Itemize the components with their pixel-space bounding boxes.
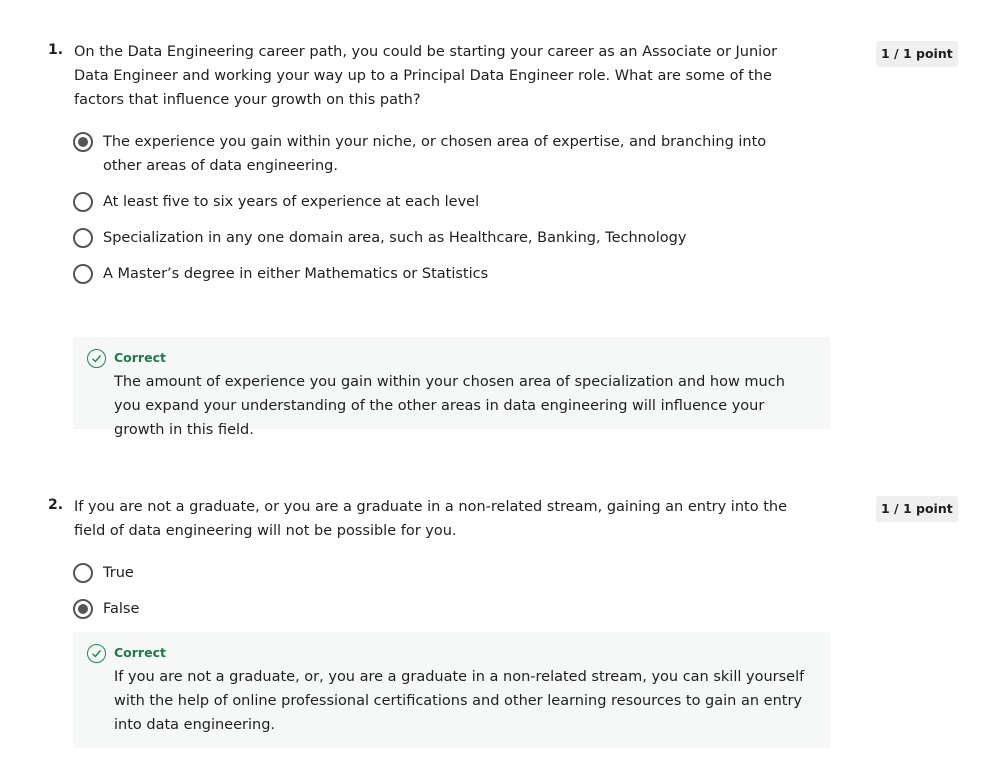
feedback-text: The amount of experience you gain within… — [114, 374, 785, 438]
feedback-status: Correct — [114, 645, 166, 660]
question-text: If you are not a graduate, or you are a … — [74, 499, 787, 539]
radio-button-icon[interactable] — [73, 563, 93, 583]
radio-button-icon[interactable] — [73, 264, 93, 284]
option-2[interactable]: False — [73, 597, 803, 621]
option-4[interactable]: A Master’s degree in either Mathematics … — [73, 262, 803, 286]
radio-button-icon[interactable] — [73, 228, 93, 248]
question-number: 2. — [48, 497, 64, 513]
option-1[interactable]: The experience you gain within your nich… — [73, 130, 803, 178]
feedback-status: Correct — [114, 350, 166, 365]
question-number: 1. — [48, 42, 64, 58]
feedback-panel: Correct If you are not a graduate, or, y… — [73, 632, 830, 748]
check-circle-icon — [87, 644, 106, 663]
option-label: A Master’s degree in either Mathematics … — [103, 266, 489, 282]
radio-button-icon[interactable] — [73, 192, 93, 212]
feedback-text: If you are not a graduate, or, you are a… — [114, 669, 805, 733]
feedback-panel: Correct The amount of experience you gai… — [73, 337, 830, 438]
option-label: Specialization in any one domain area, s… — [103, 230, 687, 246]
option-label: The experience you gain within your nich… — [103, 134, 767, 174]
option-1[interactable]: True — [73, 561, 803, 585]
radio-button-icon[interactable] — [73, 599, 93, 619]
option-3[interactable]: Specialization in any one domain area, s… — [73, 226, 803, 250]
option-label: At least five to six years of experience… — [103, 194, 480, 210]
option-label: False — [103, 601, 140, 617]
question-text: On the Data Engineering career path, you… — [74, 44, 778, 108]
option-label: True — [103, 565, 134, 581]
points-badge: 1 / 1 point — [876, 41, 958, 67]
option-2[interactable]: At least five to six years of experience… — [73, 190, 803, 214]
radio-button-icon[interactable] — [73, 132, 93, 152]
points-badge: 1 / 1 point — [876, 496, 958, 522]
check-circle-icon — [87, 349, 106, 368]
